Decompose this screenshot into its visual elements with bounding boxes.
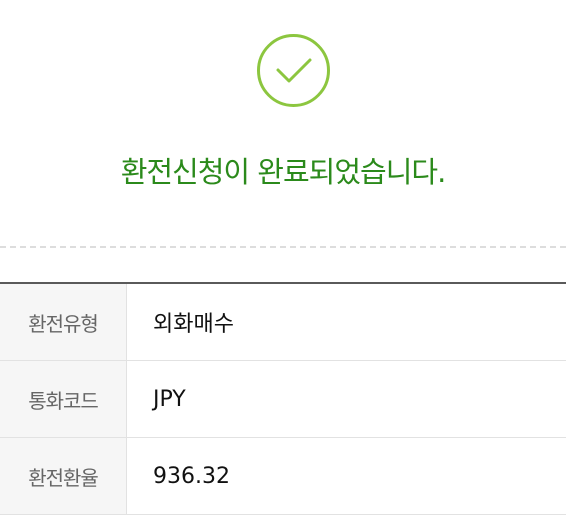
table-row-currency-code: 통화코드 JPY	[0, 361, 566, 438]
check-circle-icon	[256, 33, 331, 108]
exchange-rate-value: 936.32	[153, 463, 230, 489]
currency-code-value: JPY	[153, 386, 186, 412]
table-row-exchange-type: 환전유형 외화매수	[0, 284, 566, 361]
exchange-rate-label: 환전환율	[0, 438, 127, 514]
table-row-exchange-rate: 환전환율 936.32	[0, 438, 566, 515]
exchange-type-value: 외화매수	[153, 312, 234, 337]
dashed-divider	[0, 246, 566, 248]
currency-code-label: 통화코드	[0, 361, 127, 437]
completion-message: 환전신청이 완료되었습니다.	[120, 155, 447, 189]
exchange-details-table: 환전유형 외화매수 통화코드 JPY 환전환율 936.32	[0, 282, 566, 515]
exchange-type-label: 환전유형	[0, 284, 127, 360]
